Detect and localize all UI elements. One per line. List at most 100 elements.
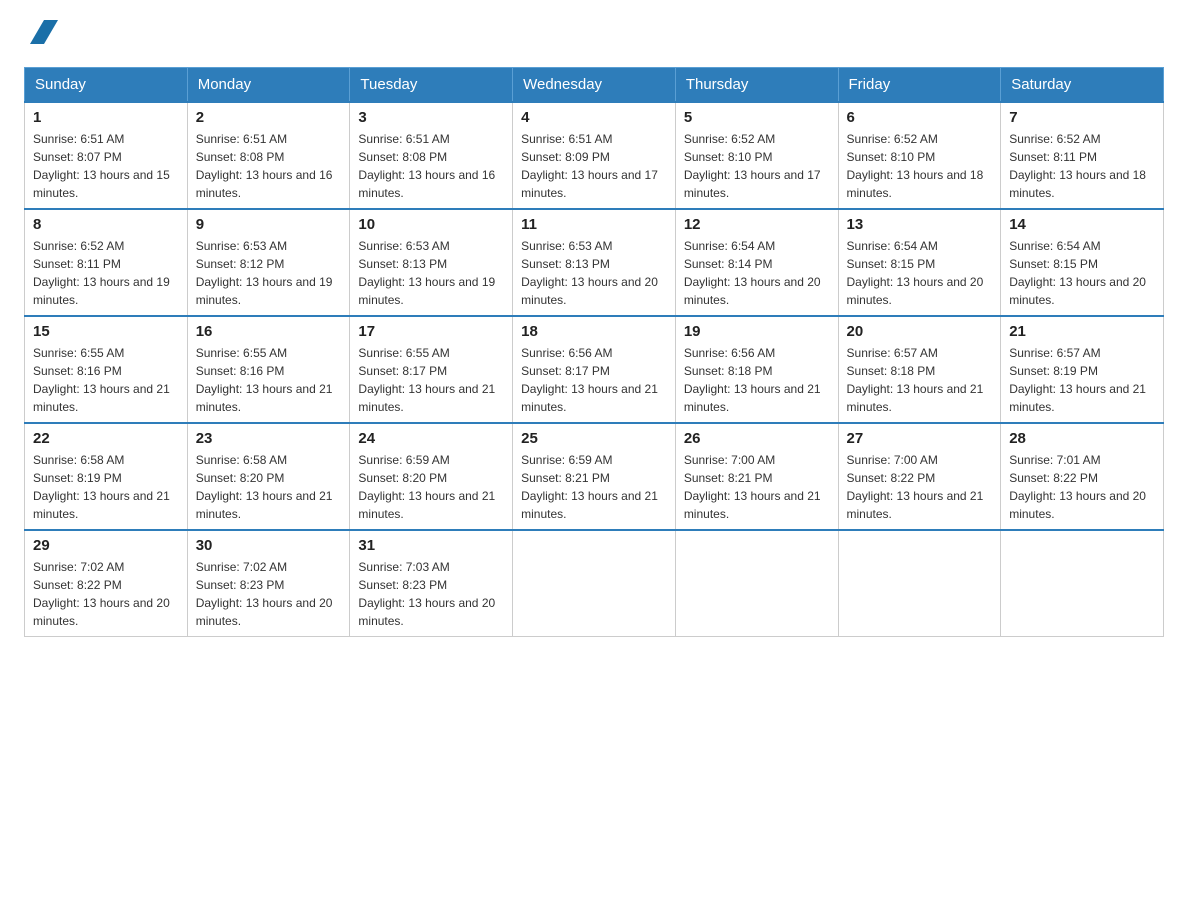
- day-info: Sunrise: 6:54 AMSunset: 8:14 PMDaylight:…: [684, 239, 821, 307]
- day-info: Sunrise: 6:52 AMSunset: 8:10 PMDaylight:…: [684, 132, 821, 200]
- day-number: 15: [33, 323, 179, 340]
- day-number: 16: [196, 323, 342, 340]
- calendar-cell: 1 Sunrise: 6:51 AMSunset: 8:07 PMDayligh…: [25, 102, 188, 209]
- logo-arrows: [28, 24, 58, 44]
- calendar-cell: 18 Sunrise: 6:56 AMSunset: 8:17 PMDaylig…: [513, 316, 676, 423]
- day-number: 11: [521, 216, 667, 233]
- calendar-table: SundayMondayTuesdayWednesdayThursdayFrid…: [24, 67, 1164, 637]
- calendar-week-row: 15 Sunrise: 6:55 AMSunset: 8:16 PMDaylig…: [25, 316, 1164, 423]
- calendar-cell: 10 Sunrise: 6:53 AMSunset: 8:13 PMDaylig…: [350, 209, 513, 316]
- calendar-cell: 13 Sunrise: 6:54 AMSunset: 8:15 PMDaylig…: [838, 209, 1001, 316]
- day-number: 24: [358, 430, 504, 447]
- day-number: 10: [358, 216, 504, 233]
- page-header: [24, 24, 1164, 47]
- day-number: 13: [847, 216, 993, 233]
- calendar-cell: 15 Sunrise: 6:55 AMSunset: 8:16 PMDaylig…: [25, 316, 188, 423]
- calendar-cell: 20 Sunrise: 6:57 AMSunset: 8:18 PMDaylig…: [838, 316, 1001, 423]
- calendar-cell: 17 Sunrise: 6:55 AMSunset: 8:17 PMDaylig…: [350, 316, 513, 423]
- calendar-week-row: 29 Sunrise: 7:02 AMSunset: 8:22 PMDaylig…: [25, 530, 1164, 637]
- calendar-cell: 29 Sunrise: 7:02 AMSunset: 8:22 PMDaylig…: [25, 530, 188, 637]
- day-info: Sunrise: 7:00 AMSunset: 8:22 PMDaylight:…: [847, 453, 984, 521]
- day-info: Sunrise: 6:51 AMSunset: 8:07 PMDaylight:…: [33, 132, 170, 200]
- day-number: 4: [521, 109, 667, 126]
- calendar-cell: 5 Sunrise: 6:52 AMSunset: 8:10 PMDayligh…: [675, 102, 838, 209]
- day-number: 6: [847, 109, 993, 126]
- day-number: 22: [33, 430, 179, 447]
- day-info: Sunrise: 6:52 AMSunset: 8:11 PMDaylight:…: [33, 239, 170, 307]
- calendar-cell: [838, 530, 1001, 637]
- day-info: Sunrise: 6:53 AMSunset: 8:13 PMDaylight:…: [358, 239, 495, 307]
- day-number: 14: [1009, 216, 1155, 233]
- calendar-header-row: SundayMondayTuesdayWednesdayThursdayFrid…: [25, 68, 1164, 103]
- calendar-cell: 7 Sunrise: 6:52 AMSunset: 8:11 PMDayligh…: [1001, 102, 1164, 209]
- calendar-week-row: 22 Sunrise: 6:58 AMSunset: 8:19 PMDaylig…: [25, 423, 1164, 530]
- day-info: Sunrise: 7:03 AMSunset: 8:23 PMDaylight:…: [358, 560, 495, 628]
- day-number: 25: [521, 430, 667, 447]
- calendar-week-row: 1 Sunrise: 6:51 AMSunset: 8:07 PMDayligh…: [25, 102, 1164, 209]
- day-info: Sunrise: 6:53 AMSunset: 8:12 PMDaylight:…: [196, 239, 333, 307]
- calendar-cell: 6 Sunrise: 6:52 AMSunset: 8:10 PMDayligh…: [838, 102, 1001, 209]
- calendar-header-thursday: Thursday: [675, 68, 838, 103]
- calendar-cell: 3 Sunrise: 6:51 AMSunset: 8:08 PMDayligh…: [350, 102, 513, 209]
- day-number: 20: [847, 323, 993, 340]
- day-info: Sunrise: 6:59 AMSunset: 8:21 PMDaylight:…: [521, 453, 658, 521]
- day-info: Sunrise: 6:51 AMSunset: 8:09 PMDaylight:…: [521, 132, 658, 200]
- day-info: Sunrise: 6:52 AMSunset: 8:11 PMDaylight:…: [1009, 132, 1146, 200]
- day-info: Sunrise: 6:52 AMSunset: 8:10 PMDaylight:…: [847, 132, 984, 200]
- day-info: Sunrise: 6:58 AMSunset: 8:20 PMDaylight:…: [196, 453, 333, 521]
- calendar-week-row: 8 Sunrise: 6:52 AMSunset: 8:11 PMDayligh…: [25, 209, 1164, 316]
- day-number: 1: [33, 109, 179, 126]
- calendar-cell: 4 Sunrise: 6:51 AMSunset: 8:09 PMDayligh…: [513, 102, 676, 209]
- day-info: Sunrise: 7:02 AMSunset: 8:23 PMDaylight:…: [196, 560, 333, 628]
- calendar-cell: 9 Sunrise: 6:53 AMSunset: 8:12 PMDayligh…: [187, 209, 350, 316]
- day-number: 30: [196, 537, 342, 554]
- day-info: Sunrise: 6:54 AMSunset: 8:15 PMDaylight:…: [847, 239, 984, 307]
- calendar-header-sunday: Sunday: [25, 68, 188, 103]
- day-info: Sunrise: 6:56 AMSunset: 8:18 PMDaylight:…: [684, 346, 821, 414]
- calendar-header-monday: Monday: [187, 68, 350, 103]
- day-number: 28: [1009, 430, 1155, 447]
- calendar-cell: 24 Sunrise: 6:59 AMSunset: 8:20 PMDaylig…: [350, 423, 513, 530]
- calendar-cell: 16 Sunrise: 6:55 AMSunset: 8:16 PMDaylig…: [187, 316, 350, 423]
- calendar-cell: 19 Sunrise: 6:56 AMSunset: 8:18 PMDaylig…: [675, 316, 838, 423]
- day-number: 27: [847, 430, 993, 447]
- day-number: 9: [196, 216, 342, 233]
- day-number: 12: [684, 216, 830, 233]
- day-info: Sunrise: 6:55 AMSunset: 8:16 PMDaylight:…: [196, 346, 333, 414]
- day-info: Sunrise: 6:59 AMSunset: 8:20 PMDaylight:…: [358, 453, 495, 521]
- calendar-cell: 25 Sunrise: 6:59 AMSunset: 8:21 PMDaylig…: [513, 423, 676, 530]
- calendar-header-wednesday: Wednesday: [513, 68, 676, 103]
- calendar-header-saturday: Saturday: [1001, 68, 1164, 103]
- day-info: Sunrise: 6:53 AMSunset: 8:13 PMDaylight:…: [521, 239, 658, 307]
- calendar-cell: 2 Sunrise: 6:51 AMSunset: 8:08 PMDayligh…: [187, 102, 350, 209]
- calendar-cell: 14 Sunrise: 6:54 AMSunset: 8:15 PMDaylig…: [1001, 209, 1164, 316]
- calendar-cell: 23 Sunrise: 6:58 AMSunset: 8:20 PMDaylig…: [187, 423, 350, 530]
- calendar-cell: [513, 530, 676, 637]
- day-number: 8: [33, 216, 179, 233]
- day-info: Sunrise: 6:55 AMSunset: 8:17 PMDaylight:…: [358, 346, 495, 414]
- day-number: 19: [684, 323, 830, 340]
- calendar-cell: 31 Sunrise: 7:03 AMSunset: 8:23 PMDaylig…: [350, 530, 513, 637]
- calendar-cell: 11 Sunrise: 6:53 AMSunset: 8:13 PMDaylig…: [513, 209, 676, 316]
- day-info: Sunrise: 6:57 AMSunset: 8:19 PMDaylight:…: [1009, 346, 1146, 414]
- day-info: Sunrise: 6:55 AMSunset: 8:16 PMDaylight:…: [33, 346, 170, 414]
- day-info: Sunrise: 6:54 AMSunset: 8:15 PMDaylight:…: [1009, 239, 1146, 307]
- day-number: 23: [196, 430, 342, 447]
- day-info: Sunrise: 6:51 AMSunset: 8:08 PMDaylight:…: [196, 132, 333, 200]
- calendar-cell: 27 Sunrise: 7:00 AMSunset: 8:22 PMDaylig…: [838, 423, 1001, 530]
- calendar-cell: 12 Sunrise: 6:54 AMSunset: 8:14 PMDaylig…: [675, 209, 838, 316]
- day-info: Sunrise: 7:01 AMSunset: 8:22 PMDaylight:…: [1009, 453, 1146, 521]
- day-number: 2: [196, 109, 342, 126]
- calendar-cell: [1001, 530, 1164, 637]
- calendar-cell: 28 Sunrise: 7:01 AMSunset: 8:22 PMDaylig…: [1001, 423, 1164, 530]
- day-number: 26: [684, 430, 830, 447]
- day-number: 18: [521, 323, 667, 340]
- calendar-cell: 8 Sunrise: 6:52 AMSunset: 8:11 PMDayligh…: [25, 209, 188, 316]
- calendar-cell: 21 Sunrise: 6:57 AMSunset: 8:19 PMDaylig…: [1001, 316, 1164, 423]
- day-number: 29: [33, 537, 179, 554]
- calendar-cell: 30 Sunrise: 7:02 AMSunset: 8:23 PMDaylig…: [187, 530, 350, 637]
- day-number: 7: [1009, 109, 1155, 126]
- day-number: 5: [684, 109, 830, 126]
- calendar-header-friday: Friday: [838, 68, 1001, 103]
- logo: [24, 24, 58, 47]
